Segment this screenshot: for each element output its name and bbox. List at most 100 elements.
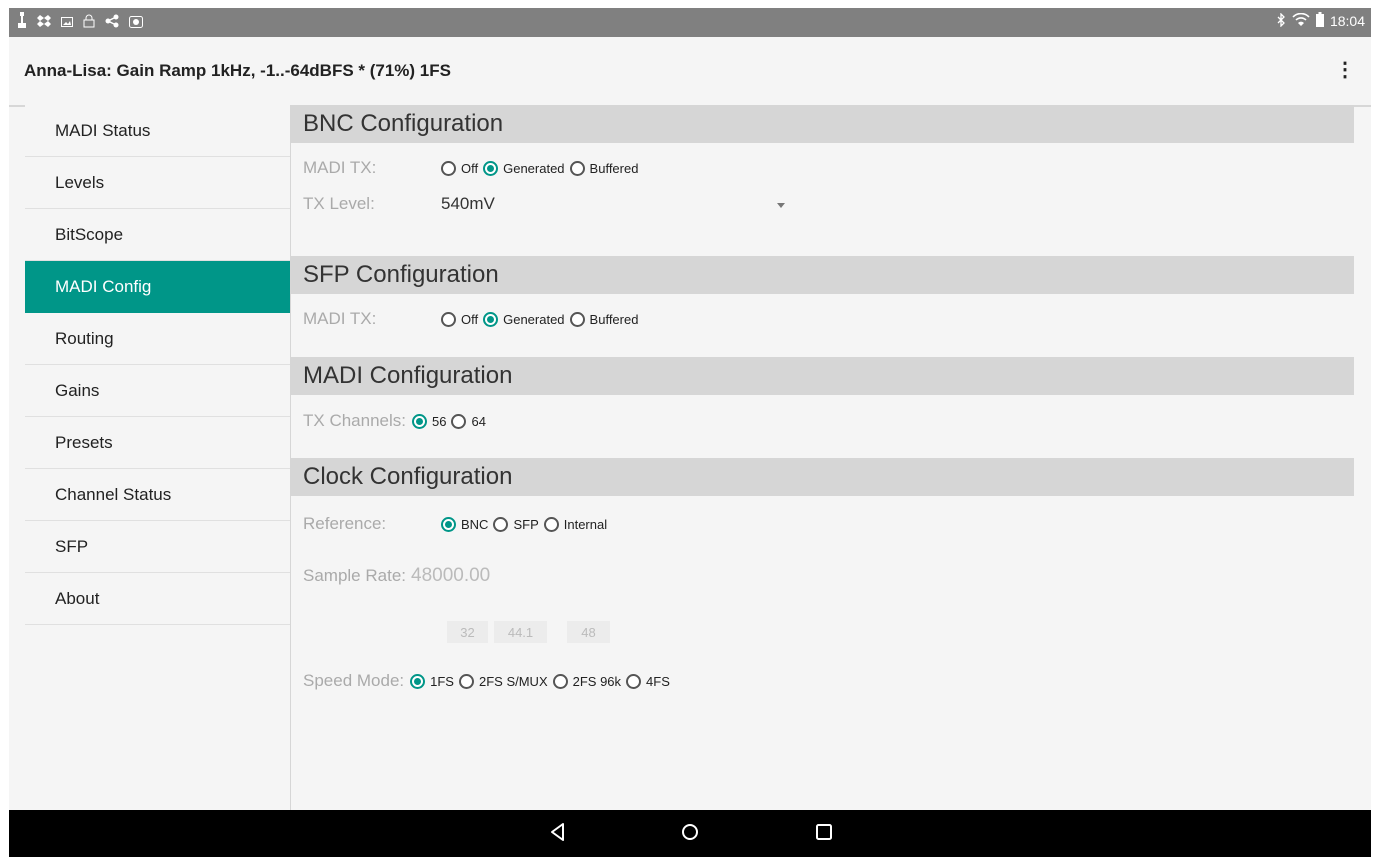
sfp-madi-tx-group: Off Generated Buffered [441, 311, 639, 327]
reference-radio-internal[interactable]: Internal [543, 516, 608, 532]
section-header-clock: Clock Configuration [291, 458, 1354, 496]
sidebar-item-madi-status[interactable]: MADI Status [25, 105, 290, 157]
sidebar-nav: MADI Status Levels BitScope MADI Config … [25, 105, 291, 810]
speed-radio-2fs-smux[interactable]: 2FS S/MUX [458, 673, 548, 689]
radio-on-icon [483, 311, 499, 327]
radio-off-icon [543, 516, 559, 532]
reference-group: BNC SFP Internal [441, 516, 608, 532]
bnc-radio-generated[interactable]: Generated [483, 160, 565, 176]
sidebar-item-label: Channel Status [55, 484, 172, 504]
reference-label: Reference: [303, 514, 387, 533]
sidebar-item-gains[interactable]: Gains [25, 365, 290, 417]
back-icon[interactable] [548, 822, 568, 847]
sidebar-item-sfp[interactable]: SFP [25, 521, 290, 573]
sidebar-item-presets[interactable]: Presets [25, 417, 290, 469]
bnc-radio-buffered[interactable]: Buffered [569, 160, 639, 176]
reference-row: Reference: BNC SFP Internal [303, 511, 607, 537]
radio-label: Buffered [589, 160, 639, 176]
radio-off-icon [569, 311, 585, 327]
photo-icon [129, 13, 143, 33]
bnc-radio-off[interactable]: Off [441, 160, 478, 176]
sfp-radio-generated[interactable]: Generated [483, 311, 565, 327]
radio-on-icon [441, 516, 456, 532]
radio-off-icon [552, 673, 568, 689]
sidebar-item-bitscope[interactable]: BitScope [25, 209, 290, 261]
sample-rate-label: Sample Rate: [303, 566, 406, 585]
sidebar-item-channel-status[interactable]: Channel Status [25, 469, 290, 521]
speed-mode-group: 1FS 2FS S/MUX 2FS 96k 4FS [410, 673, 670, 689]
battery-icon [1315, 12, 1324, 30]
radio-label: BNC [461, 516, 489, 532]
radio-label: 4FS [646, 673, 670, 689]
usb-icon [17, 12, 27, 33]
tx-channels-radio-56[interactable]: 56 [412, 413, 446, 429]
radio-label: 1FS [430, 673, 454, 689]
tx-channels-radio-64[interactable]: 64 [451, 413, 486, 429]
recents-icon[interactable] [814, 822, 834, 847]
overflow-menu-icon[interactable]: ⋮ [1335, 59, 1355, 81]
rate-button-44-1[interactable]: 44.1 [494, 621, 547, 643]
notification-icons [17, 12, 143, 33]
speed-radio-4fs[interactable]: 4FS [626, 673, 670, 689]
radio-label: 2FS 96k [572, 673, 622, 689]
tx-channels-group: 56 64 [412, 413, 486, 429]
sidebar-item-routing[interactable]: Routing [25, 313, 290, 365]
radio-off-icon [451, 413, 467, 429]
reference-radio-bnc[interactable]: BNC [441, 516, 489, 532]
speed-radio-1fs[interactable]: 1FS [410, 673, 454, 689]
reference-radio-sfp[interactable]: SFP [493, 516, 539, 532]
bnc-madi-tx-label: MADI TX: [303, 158, 377, 177]
sfp-radio-off[interactable]: Off [441, 311, 479, 327]
radio-off-icon [441, 311, 456, 327]
section-header-sfp: SFP Configuration [291, 256, 1354, 294]
home-icon[interactable] [680, 822, 700, 847]
status-bar: 18:04 [9, 8, 1371, 37]
share-icon [105, 13, 119, 33]
sidebar-item-label: About [55, 588, 100, 608]
speed-mode-label: Speed Mode: [303, 671, 405, 690]
sfp-radio-buffered[interactable]: Buffered [569, 311, 639, 327]
bnc-tx-level-row: TX Level: 540mV [303, 191, 793, 217]
dropbox-icon [37, 13, 51, 33]
sidebar-item-label: Gains [55, 380, 100, 400]
speed-radio-2fs-96k[interactable]: 2FS 96k [552, 673, 622, 689]
speed-mode-row: Speed Mode: 1FS 2FS S/MUX 2FS 96k 4FS [303, 668, 670, 694]
sidebar-item-label: BitScope [55, 224, 124, 244]
sidebar-item-label: Presets [55, 432, 113, 452]
radio-label: SFP [513, 516, 539, 532]
sfp-madi-tx-row: MADI TX: Off Generated Buffered [303, 306, 638, 332]
tx-channels-row: TX Channels: 56 64 [303, 408, 486, 434]
radio-on-icon [483, 160, 499, 176]
radio-label: Buffered [589, 311, 639, 327]
bnc-madi-tx-row: MADI TX: Off Generated Buffered [303, 155, 638, 181]
radio-off-icon [569, 160, 585, 176]
app-bar: Anna-Lisa: Gain Ramp 1kHz, -1..-64dBFS *… [9, 37, 1371, 107]
sidebar-item-label: SFP [55, 536, 89, 556]
config-panel: BNC Configuration MADI TX: Off Generated… [291, 105, 1371, 810]
dropdown-arrow-icon[interactable] [777, 203, 785, 208]
radio-off-icon [626, 673, 642, 689]
wifi-icon [1292, 12, 1310, 30]
sidebar-item-label: Levels [55, 172, 105, 192]
radio-label: Off [461, 311, 479, 327]
rate-button-32[interactable]: 32 [447, 621, 488, 643]
system-icons: 18:04 [1276, 11, 1365, 30]
radio-label: 64 [471, 413, 486, 429]
radio-on-icon [412, 413, 427, 429]
tx-level-dropdown[interactable]: 540mV [441, 194, 495, 214]
sidebar-item-label: Routing [55, 328, 114, 348]
sidebar-item-label: MADI Config [55, 276, 152, 296]
navigation-bar [9, 810, 1371, 857]
clock-time: 18:04 [1329, 13, 1365, 29]
rate-button-48[interactable]: 48 [567, 621, 610, 643]
sidebar-item-about[interactable]: About [25, 573, 290, 625]
radio-label: 2FS S/MUX [478, 673, 548, 689]
app-title: Anna-Lisa: Gain Ramp 1kHz, -1..-64dBFS *… [24, 61, 451, 80]
radio-label: Generated [503, 160, 565, 176]
sidebar-item-levels[interactable]: Levels [25, 157, 290, 209]
sample-rate-row: Sample Rate: 48000.00 [303, 563, 490, 589]
lock-icon [83, 13, 95, 33]
radio-label: Internal [563, 516, 608, 532]
sidebar-item-madi-config[interactable]: MADI Config [25, 261, 290, 313]
tx-level-label: TX Level: [303, 194, 375, 213]
